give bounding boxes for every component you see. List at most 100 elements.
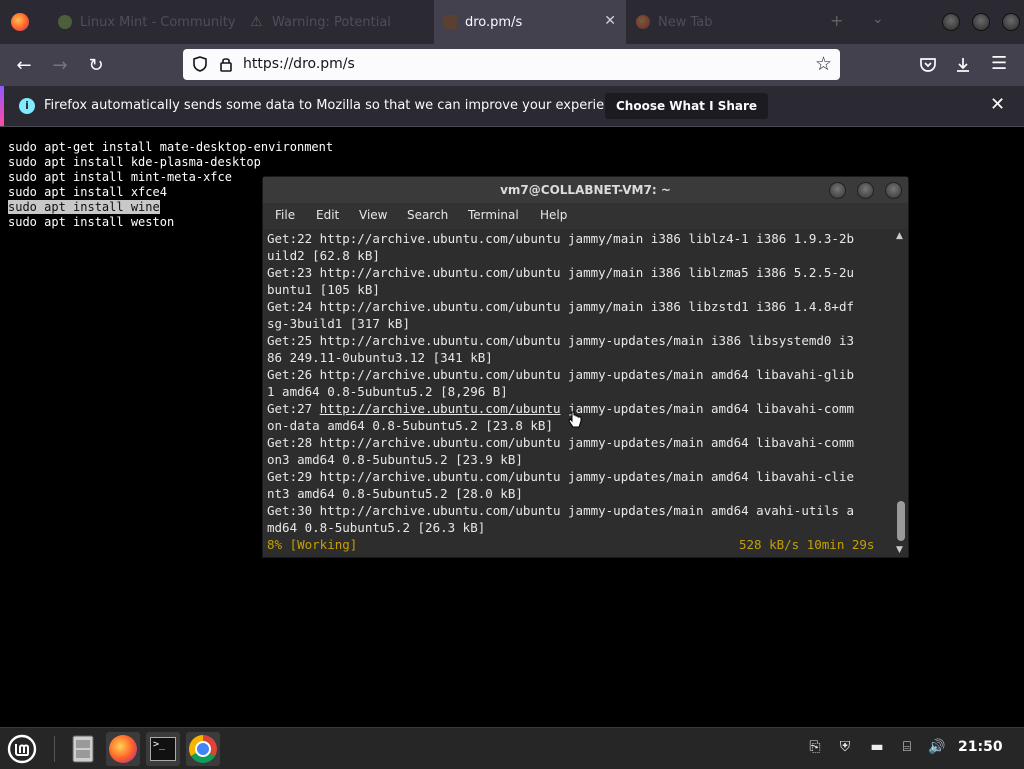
menu-view[interactable]: View <box>359 208 387 222</box>
page-line: sudo apt-get install mate-desktop-enviro… <box>8 140 334 154</box>
menu-file[interactable]: File <box>275 208 295 222</box>
navigation-bar: ← → ↻ ☆ ☰ <box>0 44 1024 86</box>
terminal-line-hovered-link[interactable]: Get:27 http://archive.ubuntu.com/ubuntu … <box>267 401 854 416</box>
taskbar-separator <box>54 736 55 762</box>
menu-edit[interactable]: Edit <box>316 208 339 222</box>
hamburger-menu-icon[interactable]: ☰ <box>991 53 1007 74</box>
scrollbar-thumb[interactable] <box>897 501 905 541</box>
tab-label: New Tab <box>658 14 713 30</box>
minimize-window-button[interactable] <box>942 13 960 31</box>
firefox-icon <box>109 735 137 763</box>
menu-terminal[interactable]: Terminal <box>468 208 519 222</box>
terminal-favicon-icon <box>443 15 457 29</box>
notification-bar: i Firefox automatically sends some data … <box>0 86 1024 127</box>
firefox-favicon-icon <box>636 15 650 29</box>
maximize-window-button[interactable] <box>972 13 990 31</box>
terminal-line: Get:26 http://archive.ubuntu.com/ubuntu … <box>267 367 854 382</box>
page-line: sudo apt install xfce4 <box>8 185 167 199</box>
menu-search[interactable]: Search <box>407 208 448 222</box>
notification-accent <box>0 86 4 126</box>
terminal-line: Get:24 http://archive.ubuntu.com/ubuntu … <box>267 299 854 314</box>
volume-tray-icon[interactable]: 🔊 <box>928 739 946 757</box>
firefox-launcher[interactable] <box>106 732 140 766</box>
page-line: sudo apt install weston <box>8 215 175 229</box>
chrome-launcher[interactable] <box>186 732 220 766</box>
clock[interactable]: 21:50 <box>958 739 1003 755</box>
reload-icon[interactable]: ↻ <box>83 52 109 78</box>
terminal-line: uild2 [62.8 kB] <box>267 248 380 263</box>
tab-new-tab[interactable]: New Tab <box>628 0 738 44</box>
terminal-status-right: 528 kB/s 10min 29s <box>739 537 875 552</box>
network-tray-icon[interactable]: ⌸ <box>898 739 916 757</box>
notification-message: Firefox automatically sends some data to… <box>44 98 632 113</box>
firefox-view-icon[interactable] <box>11 13 29 31</box>
pocket-icon[interactable] <box>918 55 938 75</box>
terminal-line: Get:30 http://archive.ubuntu.com/ubuntu … <box>267 503 854 518</box>
terminal-line: Get:22 http://archive.ubuntu.com/ubuntu … <box>267 231 854 246</box>
terminal-line: Get:29 http://archive.ubuntu.com/ubuntu … <box>267 469 854 484</box>
terminal-launcher[interactable]: >_ <box>146 732 180 766</box>
terminal-app-icon: >_ <box>150 737 176 761</box>
terminal-title: vm7@COLLABNET-VM7: ~ <box>263 177 908 203</box>
tab-list-chevron-icon[interactable]: ⌄ <box>872 11 884 27</box>
mint-logo-icon <box>7 734 37 764</box>
terminal-minimize-button[interactable] <box>829 182 846 199</box>
terminal-window[interactable]: vm7@COLLABNET-VM7: ~ File Edit View Sear… <box>262 176 909 558</box>
tracking-shield-icon[interactable] <box>191 55 209 73</box>
page-line: sudo apt install kde-plasma-desktop <box>8 155 261 169</box>
tab-linux-mint[interactable]: Linux Mint - Community <box>50 0 240 44</box>
terminal-line: Get:23 http://archive.ubuntu.com/ubuntu … <box>267 265 854 280</box>
tab-warning[interactable]: ⚠ Warning: Potential <box>242 0 432 44</box>
new-tab-plus-icon[interactable]: + <box>830 11 843 30</box>
shield-update-tray-icon[interactable]: ⛨ <box>836 739 854 757</box>
terminal-menubar: File Edit View Search Terminal Help <box>263 203 908 229</box>
mouse-cursor-hand-icon <box>568 411 582 428</box>
page-line: sudo apt install mint-meta-xfce <box>8 170 232 184</box>
url-input[interactable] <box>243 54 803 74</box>
terminal-line: 1 amd64 0.8-5ubuntu5.2 [8,296 B] <box>267 384 508 399</box>
close-window-button[interactable] <box>1002 13 1020 31</box>
terminal-line: 86 249.11-0ubuntu3.12 [341 kB] <box>267 350 493 365</box>
page-line-selected[interactable]: sudo apt install wine <box>8 200 160 214</box>
hovered-url-link[interactable]: http://archive.ubuntu.com/ubuntu <box>320 401 561 416</box>
choose-what-i-share-button[interactable]: Choose What I Share <box>605 93 769 119</box>
close-notification-icon[interactable]: ✕ <box>990 94 1005 115</box>
menu-help[interactable]: Help <box>540 208 567 222</box>
terminal-line: Get:28 http://archive.ubuntu.com/ubuntu … <box>267 435 854 450</box>
terminal-line: on3 amd64 0.8-5ubuntu5.2 [23.9 kB] <box>267 452 523 467</box>
tab-label: dro.pm/s <box>465 14 523 30</box>
back-arrow-icon[interactable]: ← <box>11 52 37 78</box>
file-manager-launcher[interactable] <box>66 732 100 766</box>
tab-label: Warning: Potential <box>272 14 391 30</box>
terminal-scrollbar[interactable]: ▲ ▼ <box>894 229 907 557</box>
file-cabinet-icon <box>72 735 94 763</box>
terminal-line: nt3 amd64 0.8-5ubuntu5.2 [28.0 kB] <box>267 486 523 501</box>
info-icon: i <box>19 98 35 114</box>
terminal-line: sg-3build1 [317 kB] <box>267 316 410 331</box>
scroll-up-arrow-icon[interactable]: ▲ <box>896 231 903 241</box>
tab-dro-pm[interactable]: dro.pm/s ✕ <box>434 0 626 44</box>
close-tab-icon[interactable]: ✕ <box>604 13 616 29</box>
terminal-maximize-button[interactable] <box>857 182 874 199</box>
forward-arrow-icon[interactable]: → <box>47 52 73 78</box>
url-bar[interactable]: ☆ <box>183 49 840 80</box>
lock-icon[interactable] <box>217 55 235 73</box>
keyboard-tray-icon[interactable]: ▬ <box>868 739 886 757</box>
terminal-line: md64 0.8-5ubuntu5.2 [26.3 kB] <box>267 520 486 535</box>
terminal-line: Get:25 http://archive.ubuntu.com/ubuntu … <box>267 333 854 348</box>
terminal-close-button[interactable] <box>885 182 902 199</box>
chrome-icon <box>189 735 217 763</box>
download-icon[interactable] <box>953 55 973 75</box>
mint-menu-button[interactable] <box>5 732 39 766</box>
scroll-down-arrow-icon[interactable]: ▼ <box>896 545 903 555</box>
clipboard-tray-icon[interactable]: ⎘ <box>806 739 824 757</box>
tab-label: Linux Mint - Community <box>80 14 236 30</box>
terminal-output[interactable]: Get:22 http://archive.ubuntu.com/ubuntu … <box>263 229 895 557</box>
terminal-line: buntu1 [105 kB] <box>267 282 380 297</box>
mint-favicon-icon <box>58 15 72 29</box>
taskbar: >_ ⎘ ⛨ ▬ ⌸ 🔊 21:50 <box>0 727 1024 769</box>
terminal-status-left: 8% [Working] <box>267 537 358 552</box>
bookmark-star-icon[interactable]: ☆ <box>815 53 832 75</box>
terminal-line: on-data amd64 0.8-5ubuntu5.2 [23.8 kB] <box>267 418 553 433</box>
tab-bar: Linux Mint - Community ⚠ Warning: Potent… <box>0 0 1024 44</box>
